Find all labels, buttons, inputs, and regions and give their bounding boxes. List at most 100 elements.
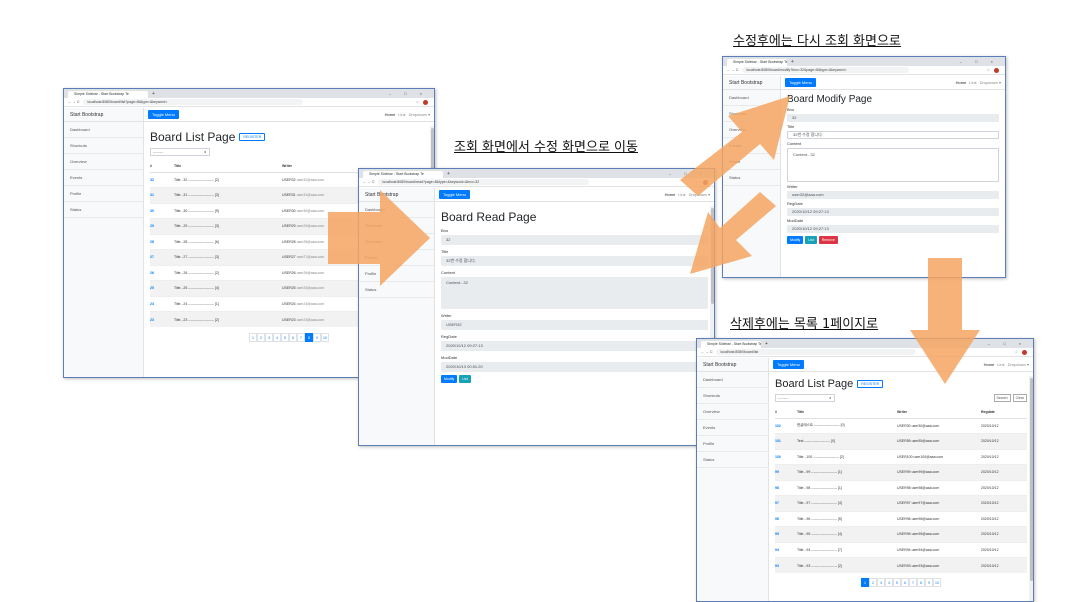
nav-dropdown[interactable]: Dropdown ▾ — [980, 80, 1001, 85]
window-controls[interactable]: – □ × — [988, 339, 1033, 348]
row-title-link[interactable]: Title...97 ---------------------- [4] — [797, 495, 897, 511]
row-title-link[interactable]: Title...99 ---------------------- [1] — [797, 464, 897, 480]
sidebar-item-dashboard[interactable]: Dashboard — [64, 122, 143, 138]
content-textarea[interactable]: Content...32 — [787, 148, 999, 182]
row-title-link[interactable]: 한글테스트 ---------------------- [0] — [797, 417, 897, 434]
sidebar-item-status[interactable]: Status — [64, 202, 143, 218]
new-tab-icon[interactable]: + — [447, 171, 450, 178]
page-link[interactable]: 8 — [917, 578, 925, 587]
nav-link[interactable]: Link — [398, 112, 405, 117]
row-title-link[interactable]: Title...30 ---------------------- [9] — [174, 202, 282, 219]
new-tab-icon[interactable]: + — [152, 91, 155, 98]
page-link[interactable]: 4 — [273, 333, 281, 342]
nav-arrows-icon[interactable]: ← → C — [727, 68, 738, 72]
table-row[interactable]: 97 Title...97 ---------------------- [4] U… — [775, 495, 1027, 511]
row-title-link[interactable]: Title...95 ---------------------- [4] — [797, 526, 897, 542]
toggle-menu-button[interactable]: Toggle Menu — [773, 360, 804, 369]
page-link[interactable]: 7 — [909, 578, 917, 587]
search-type-select[interactable]: --------- ♦ — [150, 148, 210, 156]
page-link[interactable]: 2 — [257, 333, 265, 342]
page-link[interactable]: 10 — [933, 578, 941, 587]
row-title-link[interactable]: Title...28 ---------------------- [6] — [174, 233, 282, 250]
sidebar-item-events[interactable]: Events — [723, 138, 780, 154]
sidebar-item-status[interactable]: Status — [723, 170, 780, 186]
url-field[interactable]: localhost:8080/board/modify?bno=32&page=… — [742, 67, 910, 73]
star-icon[interactable]: ☆ — [416, 100, 419, 104]
url-field[interactable]: localhost:8080/board/read?page=8&type=&k… — [378, 179, 590, 185]
table-row[interactable]: 102 한글테스트 ---------------------- [0] USER3… — [775, 417, 1027, 434]
table-row[interactable]: 100 Title...100 ---------------------- [2… — [775, 448, 1027, 465]
page-link[interactable]: 9 — [925, 578, 933, 587]
star-icon[interactable]: ☆ — [696, 180, 699, 184]
sidebar-brand[interactable]: Start Bootstrap — [697, 358, 768, 372]
sidebar-item-profile[interactable]: Profile — [64, 186, 143, 202]
sidebar-item-events[interactable]: Events — [64, 170, 143, 186]
table-row[interactable]: 98 Title...98 ---------------------- [1] U… — [775, 479, 1027, 496]
avatar[interactable] — [423, 99, 428, 105]
sidebar-item-profile[interactable]: Profile — [723, 154, 780, 170]
window-controls[interactable]: – □ × — [389, 89, 434, 98]
sidebar-item-status[interactable]: Status — [359, 282, 434, 298]
url-field[interactable]: localhost:8080/board/list — [716, 349, 916, 355]
search-button[interactable]: Search — [993, 394, 1011, 402]
sidebar-item-overview[interactable]: Overview — [697, 404, 768, 420]
page-link[interactable]: 5 — [893, 578, 901, 587]
row-title-link[interactable]: Title...29 ---------------------- [3] — [174, 218, 282, 234]
window-controls[interactable]: – □ × — [960, 57, 1005, 66]
page-link[interactable]: 8 — [305, 333, 313, 342]
nav-home[interactable]: Home — [984, 362, 995, 367]
star-icon[interactable]: ☆ — [1015, 350, 1018, 354]
table-row[interactable]: 96 Title...96 ---------------------- [5] U… — [775, 510, 1027, 527]
browser-tab[interactable]: Simple Sidebar - Start Bootstrap Te — [363, 171, 443, 178]
window-controls[interactable]: – □ × — [669, 169, 714, 178]
sidebar-item-dashboard[interactable]: Dashboard — [697, 372, 768, 388]
browser-tab[interactable]: Simple Sidebar - Start Bootstrap Te — [68, 91, 148, 98]
register-button[interactable]: REGISTER — [857, 380, 884, 388]
browser-tab[interactable]: Simple Sidebar - Start Bootstrap Te — [701, 341, 761, 348]
sidebar-brand[interactable]: Start Bootstrap — [723, 76, 780, 90]
row-title-link[interactable]: Title...23 ---------------------- [2] — [174, 311, 282, 327]
page-link[interactable]: 7 — [297, 333, 305, 342]
toggle-menu-button[interactable]: Toggle Menu — [148, 110, 179, 119]
sidebar-item-profile[interactable]: Profile — [697, 436, 768, 452]
sidebar-item-shortcuts[interactable]: Shortcuts — [359, 218, 434, 234]
browser-tab[interactable]: Simple Sidebar - Start Bootstrap Te — [727, 59, 787, 66]
sidebar-item-shortcuts[interactable]: Shortcuts — [697, 388, 768, 404]
page-link[interactable]: 1 — [861, 578, 869, 587]
star-icon[interactable]: ☆ — [987, 68, 990, 72]
nav-arrows-icon[interactable]: ← → C — [701, 350, 712, 354]
scrollbar[interactable] — [1029, 376, 1033, 601]
modify-button[interactable]: Modify — [441, 375, 458, 383]
table-row[interactable]: 94 Title...94 ---------------------- [7] U… — [775, 541, 1027, 558]
toggle-menu-button[interactable]: Toggle Menu — [439, 190, 470, 199]
table-row[interactable]: 101 Test ---------------------- [0] USER55… — [775, 433, 1027, 449]
page-link[interactable]: 1 — [249, 333, 257, 342]
nav-arrows-icon[interactable]: ← → C — [68, 100, 79, 104]
page-link[interactable]: 2 — [869, 578, 877, 587]
avatar[interactable] — [1022, 349, 1027, 355]
table-row[interactable]: 93 Title...93 ---------------------- [2] U… — [775, 557, 1027, 573]
sidebar-item-overview[interactable]: Overview — [64, 154, 143, 170]
row-title-link[interactable]: Title...25 ---------------------- [4] — [174, 280, 282, 296]
sidebar-item-shortcuts[interactable]: Shortcuts — [723, 106, 780, 122]
nav-link[interactable]: Link — [997, 362, 1004, 367]
row-title-link[interactable]: Title...24 ---------------------- [1] — [174, 295, 282, 312]
nav-dropdown[interactable]: Dropdown ▾ — [409, 112, 430, 117]
sidebar-item-overview[interactable]: Overview — [723, 122, 780, 138]
new-tab-icon[interactable]: + — [791, 59, 794, 66]
page-link[interactable]: 3 — [265, 333, 273, 342]
title-input[interactable]: 32번 수정 합니다. — [787, 131, 999, 139]
row-title-link[interactable]: Title...31 ---------------------- [3] — [174, 187, 282, 203]
row-title-link[interactable]: Title...98 ---------------------- [1] — [797, 479, 897, 496]
page-link[interactable]: 5 — [281, 333, 289, 342]
sidebar-item-overview[interactable]: Overview — [359, 234, 434, 250]
sidebar-item-profile[interactable]: Profile — [359, 266, 434, 282]
page-link[interactable]: 6 — [289, 333, 297, 342]
url-field[interactable]: localhost:8080/board/list?page=8&type=&k… — [83, 99, 304, 105]
page-link[interactable]: 4 — [885, 578, 893, 587]
row-title-link[interactable]: Title...32 ---------------------- [2] — [174, 171, 282, 188]
list-button[interactable]: List — [805, 236, 817, 244]
nav-arrows-icon[interactable]: ← → C — [363, 180, 374, 184]
row-title-link[interactable]: Test ---------------------- [0] — [797, 433, 897, 449]
new-tab-icon[interactable]: + — [765, 341, 768, 348]
